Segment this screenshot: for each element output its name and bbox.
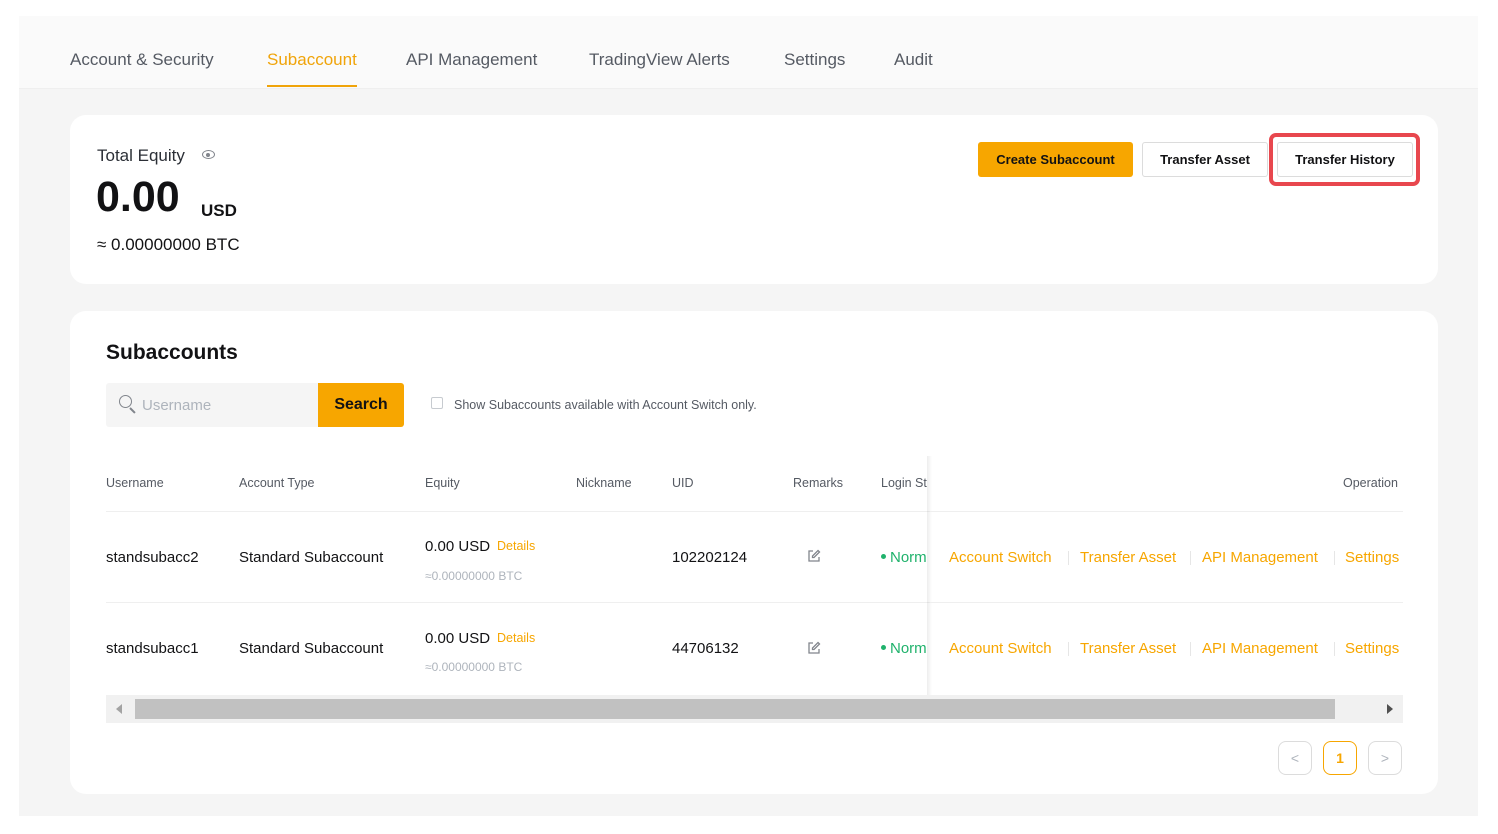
subaccounts-card: Subaccounts Search Show Subaccounts avai… bbox=[70, 311, 1438, 794]
tab-api-management[interactable]: API Management bbox=[406, 50, 537, 70]
row-account-type: Standard Subaccount bbox=[239, 549, 384, 566]
operation-column bbox=[930, 456, 1403, 695]
settings-link[interactable]: Settings bbox=[1345, 549, 1399, 566]
search-box bbox=[106, 383, 318, 427]
top-tab-bar: Account & Security Subaccount API Manage… bbox=[19, 16, 1478, 89]
column-header-account-type: Account Type bbox=[239, 476, 315, 490]
row-username: standsubacc2 bbox=[106, 549, 199, 566]
tab-account-security[interactable]: Account & Security bbox=[70, 50, 214, 70]
row-equity-btc: ≈0.00000000 BTC bbox=[425, 569, 523, 583]
separator bbox=[1190, 642, 1191, 656]
transfer-asset-button[interactable]: Transfer Asset bbox=[1142, 142, 1268, 177]
search-button[interactable]: Search bbox=[318, 383, 404, 427]
status-dot-icon bbox=[881, 554, 886, 560]
eye-icon[interactable] bbox=[202, 150, 215, 159]
column-header-username: Username bbox=[106, 476, 164, 490]
separator bbox=[1334, 642, 1335, 656]
login-status-text: Norm bbox=[890, 549, 927, 566]
row-uid: 44706132 bbox=[672, 640, 739, 657]
row-username: standsubacc1 bbox=[106, 640, 199, 657]
table-divider bbox=[930, 602, 1403, 603]
equity-card: Total Equity 0.00 USD ≈ 0.00000000 BTC C… bbox=[70, 115, 1438, 284]
row-equity: 0.00 USD bbox=[425, 538, 491, 555]
fixed-column-shadow bbox=[927, 456, 932, 695]
login-status: Norm bbox=[881, 549, 929, 566]
api-management-link[interactable]: API Management bbox=[1202, 549, 1318, 566]
column-header-login-status: Login St bbox=[881, 476, 927, 490]
column-header-nickname: Nickname bbox=[576, 476, 632, 490]
settings-link[interactable]: Settings bbox=[1345, 640, 1399, 657]
total-equity-value: 0.00 bbox=[96, 173, 180, 221]
transfer-asset-link[interactable]: Transfer Asset bbox=[1080, 549, 1176, 566]
row-equity: 0.00 USD bbox=[425, 630, 491, 647]
transfer-history-button[interactable]: Transfer History bbox=[1277, 142, 1413, 177]
equity-details-link[interactable]: Details bbox=[497, 539, 535, 553]
account-switch-filter-checkbox[interactable] bbox=[431, 397, 443, 409]
tab-subaccount[interactable]: Subaccount bbox=[267, 50, 357, 87]
login-status: Norm bbox=[881, 640, 929, 657]
tab-tradingview-alerts[interactable]: TradingView Alerts bbox=[589, 50, 730, 70]
total-equity-label: Total Equity bbox=[97, 146, 185, 165]
horizontal-scrollbar[interactable] bbox=[106, 695, 1403, 723]
status-dot-icon bbox=[881, 645, 886, 651]
column-header-uid: UID bbox=[672, 476, 694, 490]
tab-settings[interactable]: Settings bbox=[784, 50, 845, 70]
search-icon bbox=[119, 395, 132, 408]
pagination-next-button[interactable]: > bbox=[1368, 741, 1402, 775]
account-switch-link[interactable]: Account Switch bbox=[949, 640, 1052, 657]
separator bbox=[1190, 551, 1191, 565]
row-equity-btc: ≈0.00000000 BTC bbox=[425, 660, 523, 674]
pagination-prev-button[interactable]: < bbox=[1278, 741, 1312, 775]
tab-audit[interactable]: Audit bbox=[894, 50, 933, 70]
separator bbox=[1068, 551, 1069, 565]
separator bbox=[1068, 642, 1069, 656]
row-account-type: Standard Subaccount bbox=[239, 640, 384, 657]
account-switch-filter-label: Show Subaccounts available with Account … bbox=[454, 398, 757, 412]
edit-remark-icon[interactable] bbox=[807, 549, 821, 563]
column-header-operation: Operation bbox=[1343, 476, 1398, 490]
edit-remark-icon[interactable] bbox=[807, 641, 821, 655]
scroll-right-arrow-icon[interactable] bbox=[1387, 704, 1393, 714]
pagination-page-1[interactable]: 1 bbox=[1323, 741, 1357, 775]
total-equity-btc: ≈ 0.00000000 BTC bbox=[97, 235, 240, 254]
login-status-text: Norm bbox=[890, 640, 927, 657]
column-header-remarks: Remarks bbox=[793, 476, 844, 490]
separator bbox=[1334, 551, 1335, 565]
search-input[interactable] bbox=[142, 383, 312, 427]
total-equity-unit: USD bbox=[201, 201, 237, 220]
api-management-link[interactable]: API Management bbox=[1202, 640, 1318, 657]
account-switch-link[interactable]: Account Switch bbox=[949, 549, 1052, 566]
table-divider bbox=[930, 511, 1403, 512]
row-uid: 102202124 bbox=[672, 549, 748, 566]
create-subaccount-button[interactable]: Create Subaccount bbox=[978, 142, 1133, 177]
column-header-equity: Equity bbox=[425, 476, 460, 490]
subaccounts-title: Subaccounts bbox=[106, 341, 238, 364]
scroll-left-arrow-icon[interactable] bbox=[116, 704, 122, 714]
scrollbar-thumb[interactable] bbox=[135, 699, 1335, 719]
equity-details-link[interactable]: Details bbox=[497, 631, 535, 645]
transfer-asset-link[interactable]: Transfer Asset bbox=[1080, 640, 1176, 657]
